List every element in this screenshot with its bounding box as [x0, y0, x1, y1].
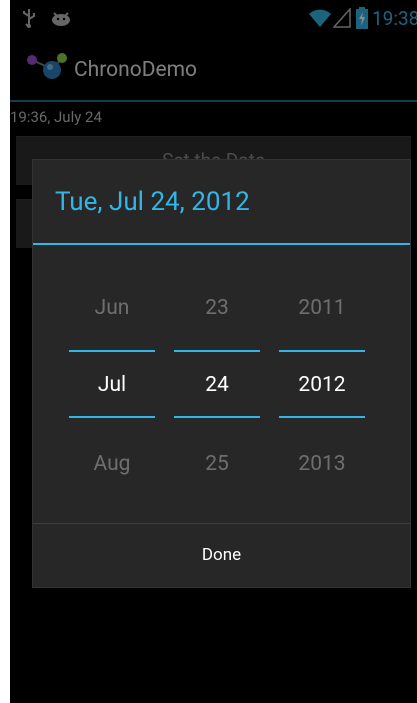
picker-selection-line [174, 416, 260, 418]
day-picker[interactable]: 23 24 25 [174, 276, 260, 476]
date-picker-dialog: Tue, Jul 24, 2012 Jun Jul Aug 23 24 25 2… [32, 159, 411, 588]
day-current[interactable]: 24 [174, 373, 260, 397]
picker-selection-line [279, 350, 365, 352]
month-picker[interactable]: Jun Jul Aug [69, 276, 155, 476]
month-next[interactable]: Aug [69, 452, 155, 476]
done-button[interactable]: Done [33, 524, 410, 587]
month-prev[interactable]: Jun [69, 296, 155, 320]
picker-selection-line [69, 416, 155, 418]
phone-screen: 19:38 ChronoDemo 19:36, July 24 Set the … [10, 0, 417, 703]
day-prev[interactable]: 23 [174, 296, 260, 320]
year-current[interactable]: 2012 [279, 373, 365, 397]
year-next[interactable]: 2013 [279, 452, 365, 476]
picker-selection-line [174, 350, 260, 352]
day-next[interactable]: 25 [174, 452, 260, 476]
title-divider [33, 243, 410, 245]
picker-selection-line [279, 416, 365, 418]
year-prev[interactable]: 2011 [279, 296, 365, 320]
month-current[interactable]: Jul [69, 373, 155, 397]
dialog-title: Tue, Jul 24, 2012 [55, 187, 250, 217]
picker-selection-line [69, 350, 155, 352]
year-picker[interactable]: 2011 2012 2013 [279, 276, 365, 476]
